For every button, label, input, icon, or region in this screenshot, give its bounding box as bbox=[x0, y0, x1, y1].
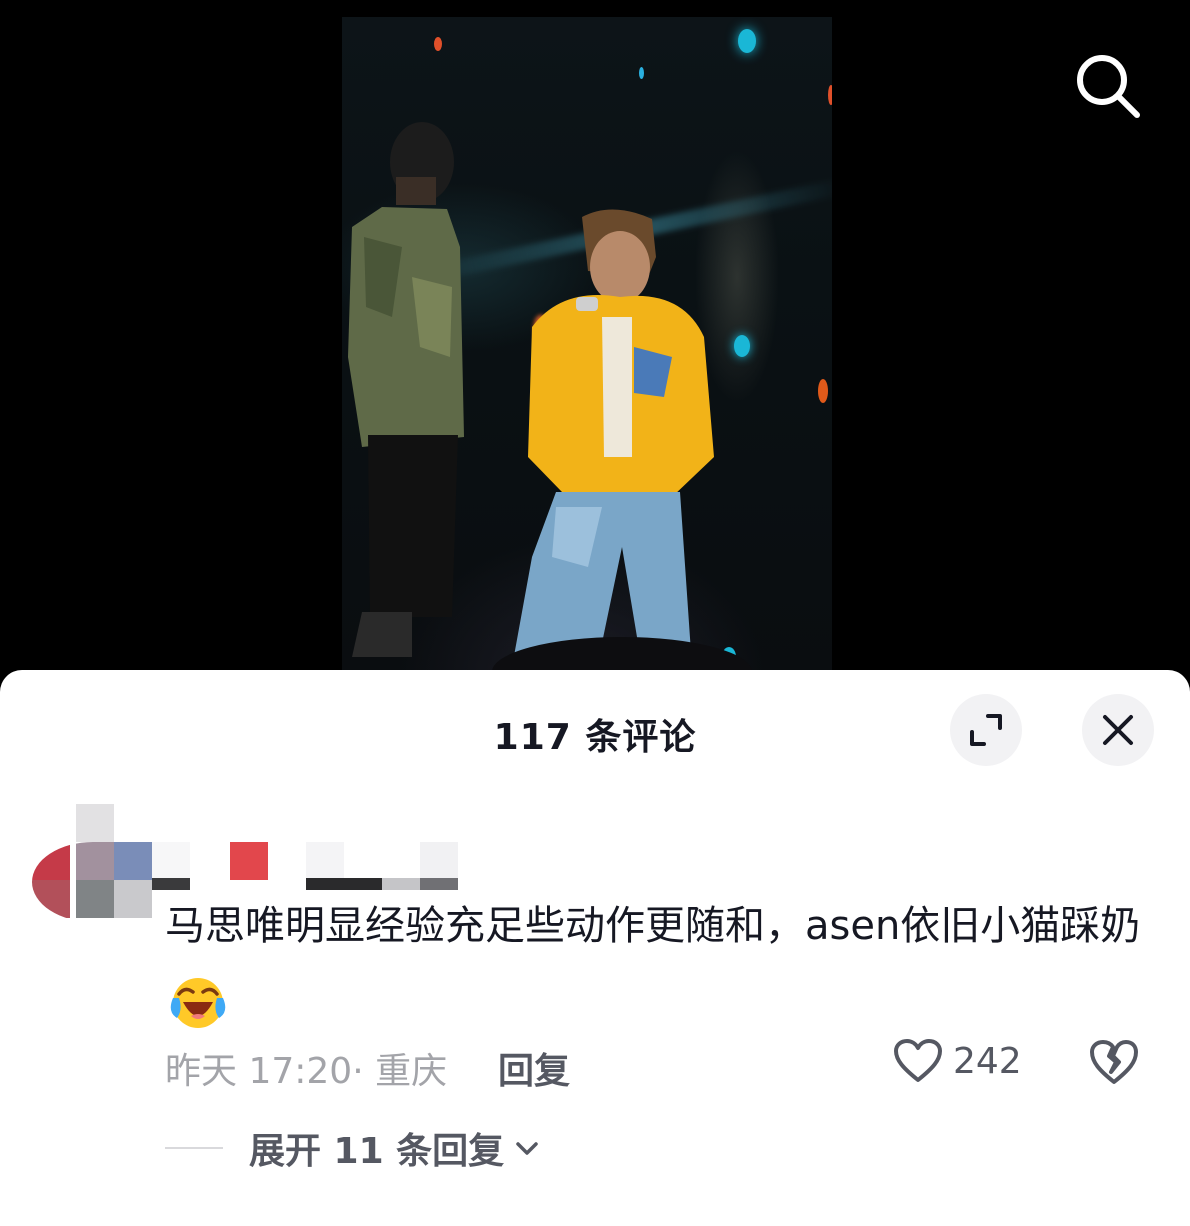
performer-left bbox=[348, 122, 464, 657]
expand-replies-button[interactable]: 展开 11 条回复 bbox=[165, 1122, 542, 1174]
reply-button[interactable]: 回复 bbox=[498, 1042, 570, 1094]
stage-light bbox=[828, 85, 832, 105]
stage-light bbox=[734, 335, 750, 357]
stage-light bbox=[434, 37, 442, 51]
avatar-mosaic-cell bbox=[32, 842, 70, 880]
like-button[interactable]: 242 bbox=[893, 1038, 1022, 1084]
replies-divider bbox=[165, 1147, 223, 1149]
avatar-mosaic-cell bbox=[32, 880, 70, 918]
username-mosaic-cell bbox=[420, 842, 458, 880]
stage-light bbox=[639, 67, 644, 79]
close-icon bbox=[1103, 715, 1133, 745]
username-mosaic-cell bbox=[306, 842, 344, 880]
comment-text: 马思唯明显经验充足些动作更随和，asen依旧小猫踩奶 bbox=[165, 890, 1155, 1036]
like-count: 242 bbox=[953, 1040, 1022, 1082]
broken-heart-icon bbox=[1090, 1040, 1138, 1084]
comment-meta: 昨天 17:20· 重庆 bbox=[165, 1042, 447, 1094]
comments-sheet: 117 条评论 马思唯明显经验充足些动作更随和，asen依旧小猫踩奶 昨天 17… bbox=[0, 670, 1190, 1226]
avatar[interactable] bbox=[32, 842, 154, 922]
username-mosaic-cell bbox=[420, 878, 458, 890]
avatar-mosaic-cell bbox=[114, 842, 152, 880]
expand-replies-label: 展开 11 条回复 bbox=[249, 1131, 505, 1172]
video-player[interactable] bbox=[0, 0, 1190, 700]
search-icon bbox=[1077, 55, 1140, 118]
username-mosaic-cell bbox=[306, 878, 382, 890]
performer-right bbox=[512, 209, 714, 667]
comment-location: 重庆 bbox=[375, 1051, 448, 1092]
dislike-button[interactable] bbox=[1088, 1038, 1140, 1090]
close-sheet-button[interactable] bbox=[1082, 694, 1154, 766]
username-mosaic-cell bbox=[152, 878, 190, 890]
stage-light bbox=[738, 29, 756, 53]
username-mosaic-cell bbox=[230, 842, 268, 880]
stage-light bbox=[818, 379, 828, 403]
avatar-mosaic-cell bbox=[76, 880, 114, 918]
avatar-mosaic-cell bbox=[114, 880, 152, 918]
comment-body: 马思唯明显经验充足些动作更随和，asen依旧小猫踩奶 bbox=[165, 903, 1141, 949]
meta-separator: · bbox=[352, 1051, 364, 1092]
laughing-crying-emoji bbox=[170, 978, 226, 1028]
comment-time: 昨天 17:20 bbox=[165, 1051, 353, 1092]
expand-sheet-button[interactable] bbox=[950, 694, 1022, 766]
chevron-down-icon bbox=[516, 1142, 538, 1155]
expand-icon bbox=[970, 714, 1002, 746]
username[interactable] bbox=[76, 804, 462, 890]
heart-icon bbox=[894, 1039, 942, 1082]
video-frame[interactable] bbox=[342, 17, 832, 677]
username-mosaic-cell bbox=[152, 842, 190, 880]
search-button[interactable] bbox=[1070, 50, 1146, 122]
avatar-mosaic-cell bbox=[76, 842, 114, 880]
username-mosaic-cell bbox=[76, 804, 114, 842]
username-mosaic-cell bbox=[382, 878, 420, 890]
